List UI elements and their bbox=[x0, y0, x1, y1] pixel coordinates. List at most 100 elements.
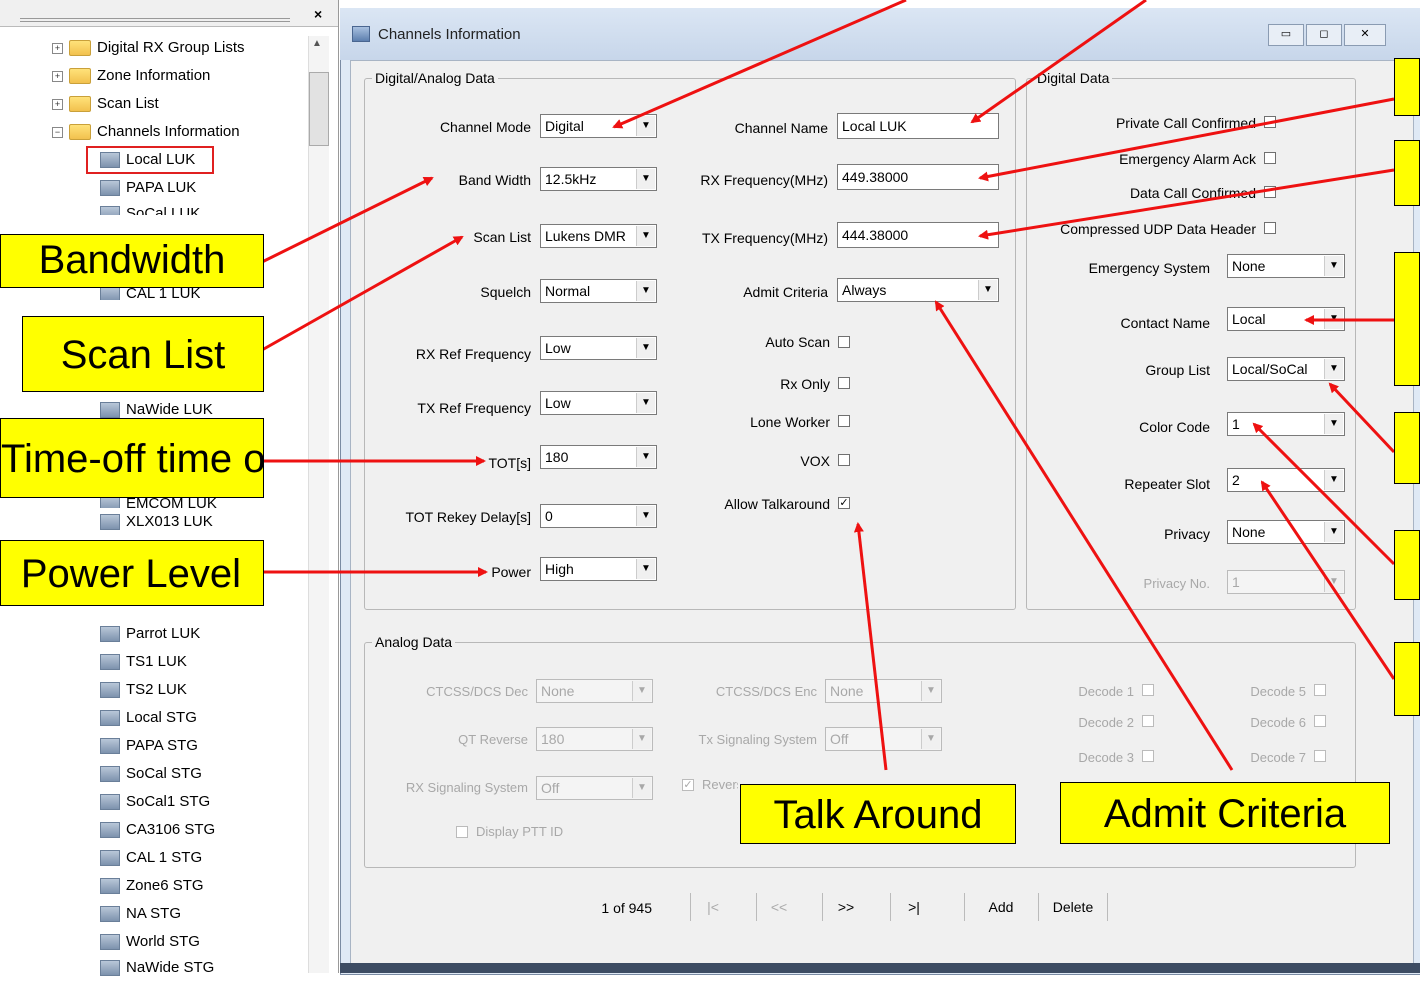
tree-node-scan-list[interactable]: + Scan List bbox=[52, 91, 159, 117]
callout-bandwidth: Bandwidth bbox=[0, 234, 264, 288]
group-list-select[interactable]: Local/SoCal ▼ bbox=[1227, 357, 1345, 381]
chevron-down-icon[interactable]: ▼ bbox=[636, 393, 655, 413]
tree-scrollbar[interactable] bbox=[308, 36, 329, 973]
power-select[interactable]: High ▼ bbox=[540, 557, 657, 581]
channel-mode-select[interactable]: Digital ▼ bbox=[540, 114, 657, 138]
chevron-down-icon[interactable]: ▼ bbox=[636, 281, 655, 301]
tree-channel-item[interactable]: NaWide STG bbox=[100, 955, 214, 981]
auto-scan-checkbox[interactable] bbox=[838, 336, 850, 348]
next-record-button[interactable]: >> bbox=[822, 893, 869, 921]
contact-name-select[interactable]: Local ▼ bbox=[1227, 307, 1345, 331]
scroll-up-icon[interactable]: ▲ bbox=[312, 38, 322, 49]
tree-channel-item[interactable]: PAPA STG bbox=[100, 733, 198, 759]
allow-talkaround-checkbox[interactable]: ✓ bbox=[838, 497, 850, 509]
auto-scan-label: Auto Scan bbox=[765, 334, 830, 350]
tree-node-label: CAL 1 STG bbox=[126, 849, 203, 866]
tree-channel-item[interactable]: Parrot LUK bbox=[100, 621, 200, 647]
decode7-checkbox bbox=[1314, 750, 1326, 762]
minimize-icon[interactable]: ▭ bbox=[1268, 24, 1304, 46]
chevron-down-icon[interactable]: ▼ bbox=[636, 226, 655, 246]
tx-ref-frequency-select[interactable]: Low ▼ bbox=[540, 391, 657, 415]
tot-select[interactable]: 180 ▼ bbox=[540, 445, 657, 469]
chevron-down-icon[interactable]: ▼ bbox=[636, 559, 655, 579]
tx-frequency-input[interactable]: 444.38000 bbox=[837, 222, 999, 248]
chevron-down-icon[interactable]: ▼ bbox=[1324, 309, 1343, 329]
chevron-down-icon[interactable]: ▼ bbox=[1324, 470, 1343, 490]
chevron-down-icon: ▼ bbox=[632, 778, 651, 798]
reverse-burst-label: Reverse Burst bbox=[702, 777, 738, 792]
tree-channel-item[interactable]: CA3106 STG bbox=[100, 817, 215, 843]
tree-channel-item[interactable]: SoCal1 STG bbox=[100, 789, 210, 815]
channel-icon bbox=[100, 738, 120, 755]
chevron-down-icon[interactable]: ▼ bbox=[1324, 256, 1343, 276]
rx-ref-frequency-select[interactable]: Low ▼ bbox=[540, 336, 657, 360]
last-record-button[interactable]: >| bbox=[890, 893, 937, 921]
tree-channel-item[interactable]: XLX013 LUK bbox=[100, 509, 213, 535]
tree-scrollbar-thumb[interactable] bbox=[309, 72, 329, 146]
repeater-slot-select[interactable]: 2 ▼ bbox=[1227, 468, 1345, 492]
tree-channel-item[interactable]: TS2 LUK bbox=[100, 677, 187, 703]
expand-plus-icon[interactable]: + bbox=[52, 70, 63, 82]
tree-node-zone-information[interactable]: + Zone Information bbox=[52, 63, 210, 89]
tree-channel-item[interactable]: Local STG bbox=[100, 705, 197, 731]
first-record-button[interactable]: |< bbox=[690, 893, 735, 921]
tree-channel-item[interactable]: CAL 1 LUK bbox=[100, 286, 200, 300]
tree-channel-item[interactable]: NA STG bbox=[100, 901, 181, 927]
vox-checkbox[interactable] bbox=[838, 454, 850, 466]
tree-node-digital-rx-group-lists[interactable]: + Digital RX Group Lists bbox=[52, 35, 245, 61]
data-call-confirmed-checkbox[interactable] bbox=[1264, 186, 1276, 198]
private-call-confirmed-checkbox[interactable] bbox=[1264, 116, 1276, 128]
color-code-select[interactable]: 1 ▼ bbox=[1227, 412, 1345, 436]
compressed-udp-checkbox[interactable] bbox=[1264, 222, 1276, 234]
emergency-system-select[interactable]: None ▼ bbox=[1227, 254, 1345, 278]
group-title: Digital/Analog Data bbox=[372, 70, 498, 86]
privacy-no-select: 1 ▼ bbox=[1227, 570, 1345, 594]
channel-name-input[interactable]: Local LUK bbox=[837, 113, 999, 139]
collapse-minus-icon[interactable]: − bbox=[52, 126, 63, 138]
decode2-label: Decode 2 bbox=[1078, 715, 1134, 730]
display-ptt-id-label: Display PTT ID bbox=[476, 824, 564, 839]
tree-node-channels-information[interactable]: − Channels Information bbox=[52, 119, 240, 145]
squelch-select[interactable]: Normal ▼ bbox=[540, 279, 657, 303]
expand-plus-icon[interactable]: + bbox=[52, 42, 63, 54]
close-icon[interactable]: ✕ bbox=[1344, 24, 1386, 46]
chevron-down-icon[interactable]: ▼ bbox=[636, 447, 655, 467]
rx-frequency-input[interactable]: 449.38000 bbox=[837, 164, 999, 190]
chevron-down-icon[interactable]: ▼ bbox=[1324, 414, 1343, 434]
tree-channel-item[interactable]: PAPA LUK bbox=[100, 175, 196, 201]
select-value: 180 bbox=[545, 449, 569, 465]
tree-channel-item[interactable]: World STG bbox=[100, 929, 200, 955]
tot-rekey-delay-select[interactable]: 0 ▼ bbox=[540, 504, 657, 528]
lone-worker-checkbox[interactable] bbox=[838, 415, 850, 427]
chevron-down-icon[interactable]: ▼ bbox=[1324, 522, 1343, 542]
chevron-down-icon[interactable]: ▼ bbox=[636, 169, 655, 189]
expand-plus-icon[interactable]: + bbox=[52, 98, 63, 110]
tree-close-icon[interactable]: × bbox=[314, 6, 322, 22]
privacy-select[interactable]: None ▼ bbox=[1227, 520, 1345, 544]
group-title: Digital Data bbox=[1034, 70, 1113, 86]
add-button[interactable]: Add bbox=[964, 893, 1037, 921]
chevron-down-icon[interactable]: ▼ bbox=[636, 116, 655, 136]
tree-channel-item[interactable]: Zone6 STG bbox=[100, 873, 204, 899]
tree-channel-item[interactable]: SoCal LUK bbox=[100, 201, 200, 215]
select-value: Local bbox=[1232, 311, 1266, 327]
delete-button[interactable]: Delete bbox=[1038, 893, 1108, 921]
chevron-down-icon[interactable]: ▼ bbox=[1324, 359, 1343, 379]
emergency-system-label: Emergency System bbox=[1088, 260, 1210, 276]
admit-criteria-select[interactable]: Always ▼ bbox=[837, 278, 999, 302]
emergency-alarm-ack-checkbox[interactable] bbox=[1264, 152, 1276, 164]
window-titlebar[interactable]: Channels Information ▭ ◻ ✕ bbox=[340, 8, 1420, 60]
rx-only-checkbox[interactable] bbox=[838, 377, 850, 389]
tree-node-label: SoCal1 STG bbox=[126, 793, 211, 810]
tree-channel-item[interactable]: TS1 LUK bbox=[100, 649, 187, 675]
chevron-down-icon[interactable]: ▼ bbox=[978, 280, 997, 300]
scan-list-select[interactable]: Lukens DMR ▼ bbox=[540, 224, 657, 248]
tree-channel-item[interactable]: CAL 1 STG bbox=[100, 845, 202, 871]
previous-record-button[interactable]: << bbox=[756, 893, 801, 921]
chevron-down-icon[interactable]: ▼ bbox=[636, 506, 655, 526]
chevron-down-icon[interactable]: ▼ bbox=[636, 338, 655, 358]
tree-channel-item[interactable]: SoCal STG bbox=[100, 761, 202, 787]
band-width-select[interactable]: 12.5kHz ▼ bbox=[540, 167, 657, 191]
maximize-icon[interactable]: ◻ bbox=[1306, 24, 1342, 46]
select-value: None bbox=[541, 683, 575, 699]
